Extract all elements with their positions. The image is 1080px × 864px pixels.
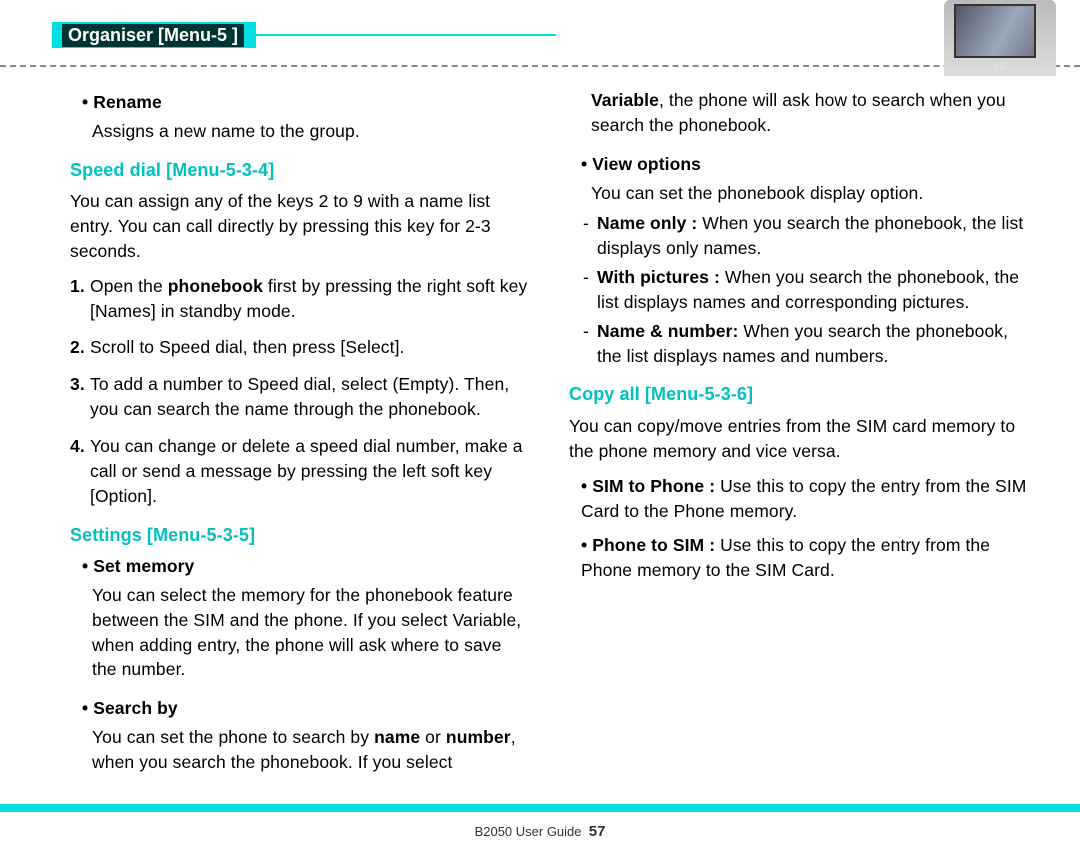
rename-desc: Assigns a new name to the group. [92,119,529,144]
section-title: Organiser [Menu-5 ] [62,24,244,47]
option-withpictures: -With pictures : When you search the pho… [597,265,1028,315]
page-number: 57 [589,823,606,840]
header-accent-line [256,34,556,36]
header-dashed-line [0,65,1080,67]
section-tab: Organiser [Menu-5 ] [52,22,256,48]
speeddial-para: You can assign any of the keys 2 to 9 wi… [70,189,529,264]
viewoptions-desc: You can set the phonebook display option… [591,181,1028,206]
bullet-rename: Rename [82,90,529,115]
setmemory-desc: You can select the memory for the phoneb… [92,583,529,682]
copyall-heading: Copy all [Menu-5-3-6] [569,382,1028,408]
content-area: Rename Assigns a new name to the group. … [70,88,1028,784]
speeddial-steps: 1.Open the phonebook first by pressing t… [70,274,529,509]
footer-guide-label: B2050 User Guide [475,824,582,839]
phone-illustration: LG [944,0,1056,76]
option-namenumber: -Name & number: When you search the phon… [597,319,1028,369]
bullet-setmemory: Set memory [82,554,529,579]
footer: B2050 User Guide 57 [0,823,1080,840]
step-2: 2.Scroll to Speed dial, then press [Sele… [90,335,529,360]
header-bar: Organiser [Menu-5 ] [52,22,1080,48]
footer-accent-bar [0,804,1080,812]
step-3: 3.To add a number to Speed dial, select … [90,372,529,422]
copyall-para: You can copy/move entries from the SIM c… [569,414,1028,464]
bullet-phone2sim: Phone to SIM : Use this to copy the entr… [581,533,1028,583]
speeddial-heading: Speed dial [Menu-5-3-4] [70,158,529,184]
step-4: 4.You can change or delete a speed dial … [90,434,529,509]
bullet-sim2phone: SIM to Phone : Use this to copy the entr… [581,474,1028,524]
step-1: 1.Open the phonebook first by pressing t… [90,274,529,324]
phone-brand-label: LG [944,62,1056,71]
bullet-viewoptions: View options [581,152,1028,177]
settings-heading: Settings [Menu-5-3-5] [70,523,529,549]
bullet-searchby: Search by [82,696,529,721]
option-nameonly: -Name only : When you search the phonebo… [597,211,1028,261]
